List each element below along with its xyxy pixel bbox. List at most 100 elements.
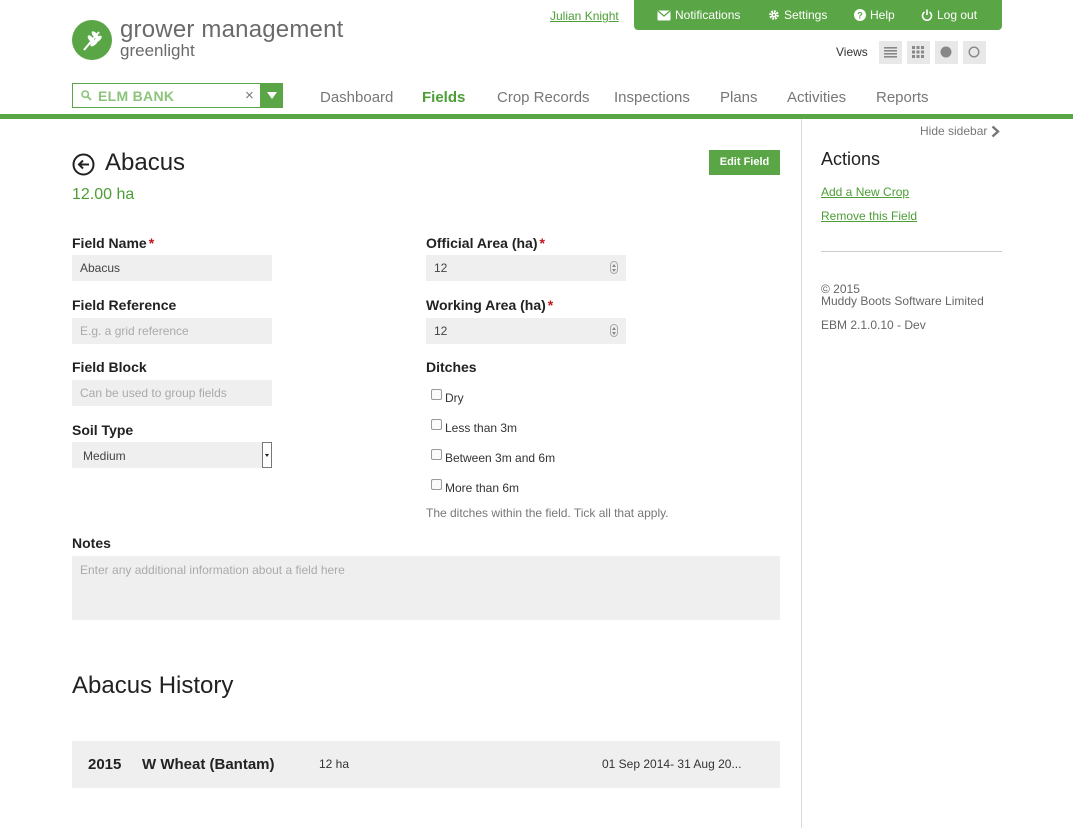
edit-field-button[interactable]: Edit Field bbox=[709, 150, 780, 175]
svg-text:?: ? bbox=[857, 11, 863, 21]
remove-field-link[interactable]: Remove this Field bbox=[821, 209, 917, 223]
sidebar-separator bbox=[821, 251, 1002, 252]
grid-view-button[interactable] bbox=[906, 40, 930, 64]
required-marker: * bbox=[148, 235, 155, 251]
hide-sidebar-label: Hide sidebar bbox=[920, 124, 988, 138]
empty-circle-view-button[interactable] bbox=[962, 40, 986, 64]
checkbox[interactable] bbox=[431, 479, 442, 490]
notes-textarea[interactable]: Enter any additional information about a… bbox=[72, 556, 780, 620]
logout-button[interactable]: Log out bbox=[921, 8, 977, 22]
list-view-button[interactable] bbox=[878, 40, 902, 64]
history-dates: 01 Sep 2014- 31 Aug 20... bbox=[602, 757, 742, 771]
history-area: 12 ha bbox=[319, 757, 350, 771]
working-area-input[interactable]: 12 bbox=[426, 318, 626, 344]
brand-title: grower management bbox=[120, 16, 344, 43]
user-link[interactable]: Julian Knight bbox=[550, 9, 619, 23]
farm-search: ELM BANK × bbox=[72, 83, 283, 108]
header: grower management greenlight Julian Knig… bbox=[0, 0, 1073, 118]
nav-crop-records[interactable]: Crop Records bbox=[497, 89, 590, 106]
filled-circle-icon bbox=[940, 46, 952, 58]
official-area-label: Official Area (ha) * bbox=[426, 235, 545, 251]
back-arrow-icon[interactable] bbox=[72, 153, 95, 176]
nav-reports[interactable]: Reports bbox=[876, 89, 929, 106]
field-name-label: Field Name * bbox=[72, 235, 154, 251]
official-area-input[interactable]: 12 bbox=[426, 255, 626, 281]
ditch-option-more-than-6m[interactable]: More than 6m bbox=[431, 479, 519, 495]
company-name: Muddy Boots Software Limited bbox=[821, 294, 984, 308]
settings-label: Settings bbox=[784, 8, 828, 22]
working-area-value: 12 bbox=[434, 324, 448, 338]
views-label: Views bbox=[836, 45, 868, 59]
working-area-label-text: Working Area (ha) bbox=[426, 297, 546, 313]
ditch-option-label: Less than 3m bbox=[445, 421, 518, 435]
soil-type-select[interactable]: Medium bbox=[72, 442, 272, 468]
notifications-label: Notifications bbox=[675, 8, 741, 22]
ditch-option-less-than-3m[interactable]: Less than 3m bbox=[431, 419, 517, 435]
help-label: Help bbox=[870, 8, 895, 22]
sidebar-divider bbox=[801, 119, 802, 828]
field-block-input[interactable]: Can be used to group fields bbox=[72, 380, 272, 406]
clear-icon[interactable]: × bbox=[245, 87, 254, 104]
actions-title: Actions bbox=[821, 149, 881, 169]
spinner-icon[interactable] bbox=[610, 261, 618, 274]
soil-type-label: Soil Type bbox=[72, 422, 134, 438]
field-name-input[interactable]: Abacus bbox=[72, 255, 272, 281]
ditch-option-3m-6m[interactable]: Between 3m and 6m bbox=[431, 449, 555, 465]
field-reference-label: Field Reference bbox=[72, 297, 177, 313]
grid-icon bbox=[912, 46, 925, 58]
filled-circle-view-button[interactable] bbox=[934, 40, 958, 64]
history-title: Abacus History bbox=[72, 672, 234, 699]
ditches-hint: The ditches within the field. Tick all t… bbox=[426, 506, 669, 520]
nav-fields[interactable]: Fields bbox=[422, 89, 465, 106]
ditch-option-label: Between 3m and 6m bbox=[445, 451, 556, 465]
field-block-label: Field Block bbox=[72, 359, 147, 375]
wheat-logo-icon bbox=[72, 20, 112, 60]
brand-logo[interactable]: grower management greenlight bbox=[72, 16, 372, 68]
history-row[interactable]: 2015 W Wheat (Bantam) 12 ha 01 Sep 2014-… bbox=[72, 741, 780, 788]
ditch-option-dry[interactable]: Dry bbox=[431, 389, 464, 405]
page-title: Abacus bbox=[105, 149, 186, 176]
field-reference-input[interactable]: E.g. a grid reference bbox=[72, 318, 272, 344]
ditch-option-label: Dry bbox=[445, 391, 464, 405]
version-text: EBM 2.1.0.10 - Dev bbox=[821, 318, 926, 332]
settings-button[interactable]: Settings bbox=[768, 8, 827, 22]
ditch-option-label: More than 6m bbox=[445, 481, 520, 495]
logout-label: Log out bbox=[937, 8, 978, 22]
views-switcher: Views bbox=[836, 40, 986, 64]
spinner-icon[interactable] bbox=[610, 324, 618, 337]
envelope-icon bbox=[657, 10, 671, 20]
empty-circle-icon bbox=[968, 46, 980, 58]
official-area-label-text: Official Area (ha) bbox=[426, 235, 538, 251]
list-icon bbox=[883, 46, 897, 58]
nav-inspections[interactable]: Inspections bbox=[614, 89, 690, 106]
notes-label: Notes bbox=[72, 535, 111, 551]
farm-search-input[interactable]: ELM BANK × bbox=[72, 83, 261, 108]
checkbox[interactable] bbox=[431, 449, 442, 460]
nav-plans[interactable]: Plans bbox=[720, 89, 758, 106]
checkbox[interactable] bbox=[431, 389, 442, 400]
history-year: 2015 bbox=[88, 756, 122, 773]
add-crop-link[interactable]: Add a New Crop bbox=[821, 185, 909, 199]
ditches-label: Ditches bbox=[426, 359, 477, 375]
search-icon bbox=[81, 90, 92, 101]
official-area-value: 12 bbox=[434, 261, 448, 275]
field-area: 12.00 ha bbox=[72, 186, 135, 203]
help-button[interactable]: ? Help bbox=[854, 8, 895, 22]
farm-search-value: ELM BANK bbox=[98, 88, 175, 104]
history-crop: W Wheat (Bantam) bbox=[142, 756, 275, 773]
soil-type-value: Medium bbox=[83, 449, 126, 463]
nav-activities[interactable]: Activities bbox=[787, 89, 846, 106]
brand-subtitle: greenlight bbox=[120, 41, 195, 60]
required-marker: * bbox=[539, 235, 545, 251]
checkbox[interactable] bbox=[431, 419, 442, 430]
notifications-button[interactable]: Notifications bbox=[657, 8, 740, 22]
working-area-label: Working Area (ha) * bbox=[426, 297, 553, 313]
chevron-right-icon bbox=[992, 125, 1001, 137]
top-action-bar: Notifications Settings ? Help Log out bbox=[634, 0, 1002, 30]
gear-icon bbox=[769, 10, 779, 20]
hide-sidebar-button[interactable]: Hide sidebar bbox=[920, 124, 1001, 138]
nav-dashboard[interactable]: Dashboard bbox=[320, 89, 393, 106]
caret-down-icon bbox=[267, 92, 277, 99]
required-marker: * bbox=[547, 297, 554, 313]
farm-dropdown-button[interactable] bbox=[261, 83, 283, 108]
